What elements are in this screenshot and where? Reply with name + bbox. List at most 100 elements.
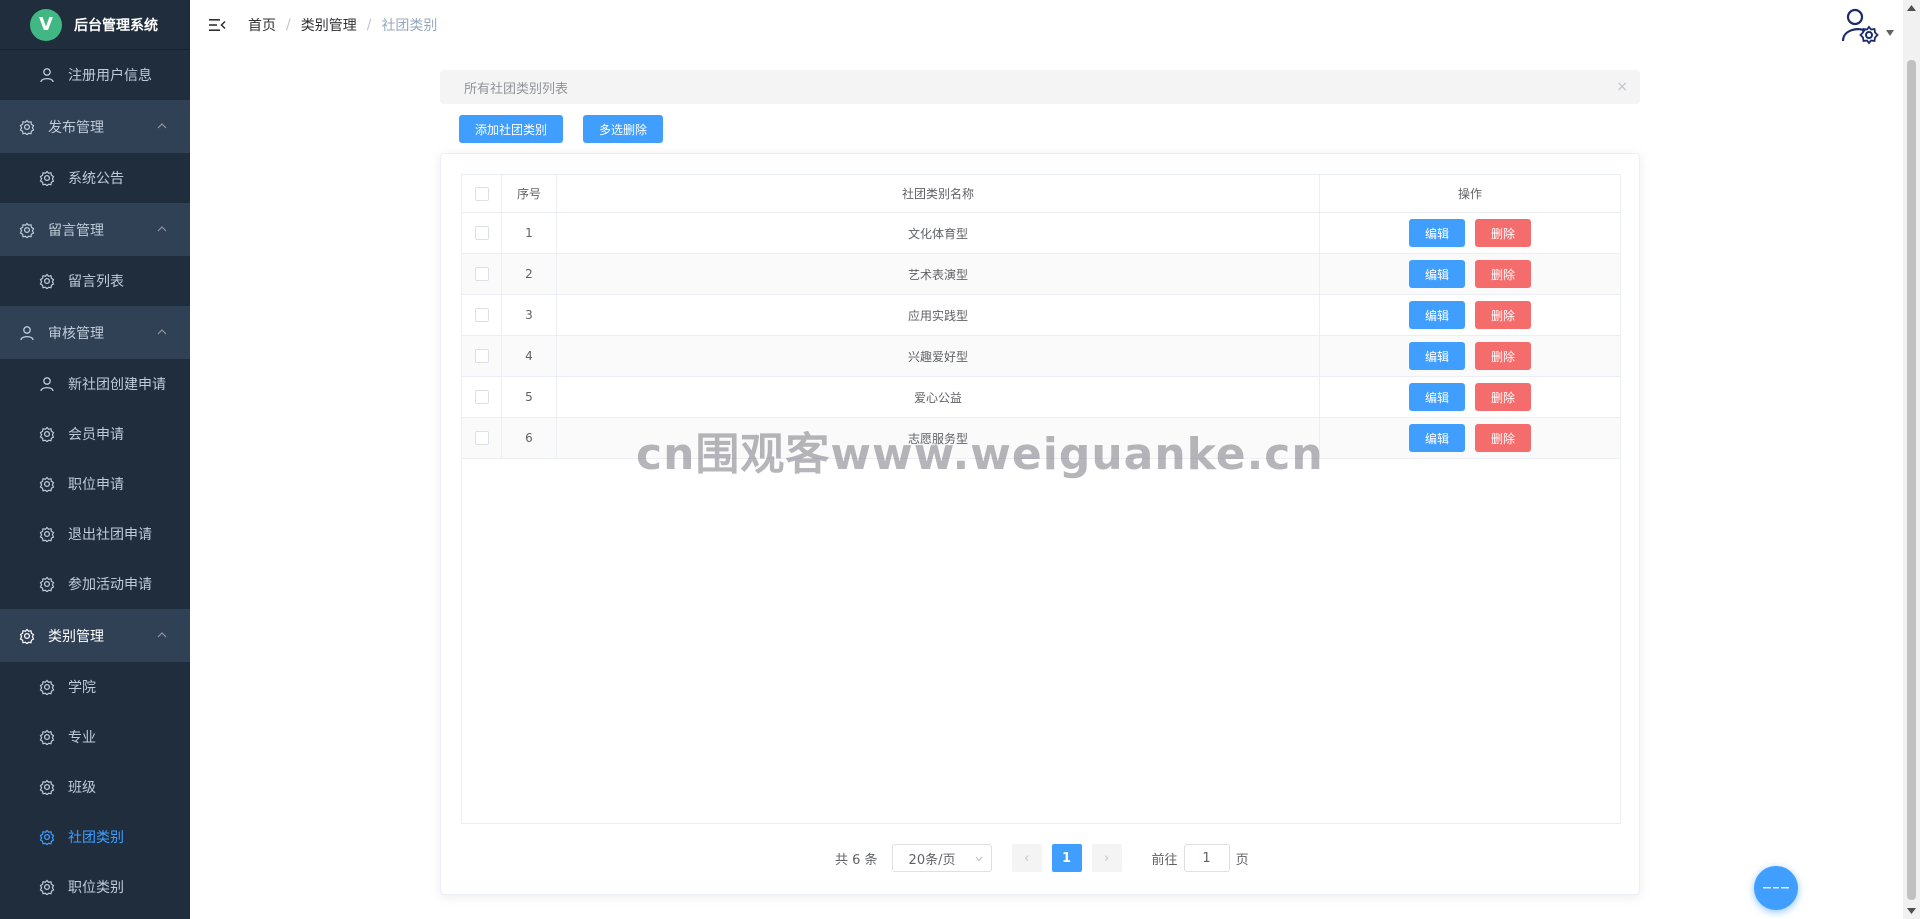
page-number-current[interactable]: 1: [1051, 844, 1082, 872]
sidebar-item-label: 新社团创建申请: [68, 377, 166, 393]
sidebar-group-publish[interactable]: 发布管理: [0, 100, 190, 153]
delete-button[interactable]: 删除: [1475, 383, 1531, 411]
sidebar-item-position-application[interactable]: 职位申请: [0, 459, 190, 509]
sidebar-item-registered-users[interactable]: 注册用户信息: [0, 50, 190, 100]
table-card: 序号 社团类别名称 操作 1 文化体育型 编辑 删除 2 艺术表演型 编辑 删除…: [440, 153, 1640, 895]
edit-button[interactable]: 编辑: [1409, 424, 1465, 452]
next-page-button[interactable]: ›: [1091, 844, 1122, 872]
edit-button[interactable]: 编辑: [1409, 219, 1465, 247]
prev-page-button[interactable]: ‹: [1011, 844, 1042, 872]
data-table: 序号 社团类别名称 操作 1 文化体育型 编辑 删除 2 艺术表演型 编辑 删除…: [461, 174, 1621, 824]
delete-button[interactable]: 删除: [1475, 342, 1531, 370]
sidebar-item-quit-club-application[interactable]: 退出社团申请: [0, 509, 190, 559]
page-size-select[interactable]: 20条/页: [891, 844, 992, 872]
caret-down-icon[interactable]: [1886, 30, 1894, 36]
breadcrumb-separator: /: [286, 17, 291, 33]
goto-prefix: 前往: [1151, 852, 1178, 868]
sidebar-item-label: 班级: [68, 780, 96, 796]
header: 首页 / 类别管理 / 社团类别: [190, 0, 1920, 50]
row-checkbox[interactable]: [474, 267, 489, 281]
column-header-name: 社团类别名称: [557, 175, 1320, 212]
sidebar-group-category[interactable]: 类别管理: [0, 609, 190, 662]
chevron-up-icon: [157, 123, 167, 129]
delete-button[interactable]: 删除: [1475, 424, 1531, 452]
main-content: 所有社团类别列表 × 添加社团类别 多选删除 序号 社团类别名称 操作 1 文化…: [190, 50, 1920, 919]
floating-action-button[interactable]: [1754, 866, 1798, 910]
breadcrumb: 首页 / 类别管理 / 社团类别: [248, 15, 437, 35]
sidebar-item-announcement[interactable]: 系统公告: [0, 153, 190, 203]
pagination: 共 6 条 20条/页 ‹ 1 › 前往 1 页: [835, 844, 1249, 872]
toolbar: 添加社团类别 多选删除: [459, 115, 664, 143]
sidebar-item-class[interactable]: 班级: [0, 762, 190, 812]
row-name: 兴趣爱好型: [557, 336, 1320, 376]
sidebar-item-new-club-application[interactable]: 新社团创建申请: [0, 359, 190, 409]
user-settings-avatar-icon[interactable]: [1840, 5, 1880, 45]
scrollbar-thumb[interactable]: [1907, 60, 1916, 900]
edit-button[interactable]: 编辑: [1409, 260, 1465, 288]
chevron-up-icon: [157, 632, 167, 638]
sidebar-item-label: 会员申请: [68, 427, 124, 443]
sidebar-item-message-list[interactable]: 留言列表: [0, 256, 190, 306]
edit-button[interactable]: 编辑: [1409, 301, 1465, 329]
scroll-down-icon[interactable]: [1907, 908, 1916, 914]
column-header-actions: 操作: [1457, 187, 1482, 201]
delete-button[interactable]: 删除: [1475, 219, 1531, 247]
logo[interactable]: V 后台管理系统: [0, 0, 190, 50]
sidebar-group-label: 发布管理: [48, 119, 104, 136]
gear-icon: [38, 272, 56, 290]
row-index: 3: [502, 295, 557, 335]
sidebar-item-member-application[interactable]: 会员申请: [0, 409, 190, 459]
goto-page-input[interactable]: 1: [1183, 844, 1230, 872]
row-name: 应用实践型: [557, 295, 1320, 335]
sidebar-item-label: 职位类别: [68, 880, 124, 896]
user-icon: [18, 324, 36, 342]
sidebar-item-join-activity-application[interactable]: 参加活动申请: [0, 559, 190, 609]
breadcrumb-category-management[interactable]: 类别管理: [301, 15, 357, 35]
gear-icon: [38, 575, 56, 593]
sidebar-item-major[interactable]: 专业: [0, 712, 190, 762]
row-checkbox[interactable]: [474, 226, 489, 240]
edit-button[interactable]: 编辑: [1409, 383, 1465, 411]
select-all-checkbox[interactable]: [474, 186, 489, 201]
delete-button[interactable]: 删除: [1475, 301, 1531, 329]
sidebar-group-label: 审核管理: [48, 325, 104, 342]
close-icon[interactable]: ×: [1616, 79, 1628, 95]
app-title: 后台管理系统: [74, 17, 158, 34]
goto-suffix: 页: [1235, 852, 1249, 868]
sidebar-item-label: 职位申请: [68, 477, 124, 493]
sidebar-item-college[interactable]: 学院: [0, 662, 190, 712]
gear-icon: [38, 425, 56, 443]
row-checkbox[interactable]: [474, 349, 489, 363]
batch-delete-button[interactable]: 多选删除: [583, 115, 664, 143]
row-index: 6: [502, 418, 557, 458]
delete-button[interactable]: 删除: [1475, 260, 1531, 288]
chevron-up-icon: [157, 226, 167, 232]
sidebar-item-club-category[interactable]: 社团类别: [0, 812, 190, 862]
sidebar-item-label: 系统公告: [68, 171, 124, 187]
table-row: 5 爱心公益 编辑 删除: [462, 377, 1620, 418]
breadcrumb-home[interactable]: 首页: [248, 15, 276, 35]
page-scrollbar[interactable]: [1903, 0, 1920, 919]
hamburger-icon[interactable]: [208, 16, 226, 34]
sidebar-item-label: 参加活动申请: [68, 577, 152, 593]
sidebar-item-position-category[interactable]: 职位类别: [0, 862, 190, 912]
scroll-up-icon[interactable]: [1907, 5, 1916, 11]
sidebar-group-messages[interactable]: 留言管理: [0, 203, 190, 256]
sidebar-group-review[interactable]: 审核管理: [0, 306, 190, 359]
gear-icon: [18, 221, 36, 239]
goto-page: 前往 1 页: [1152, 844, 1249, 872]
add-club-category-button[interactable]: 添加社团类别: [459, 115, 564, 143]
sidebar-group-label: 类别管理: [48, 628, 104, 645]
edit-button[interactable]: 编辑: [1409, 342, 1465, 370]
row-checkbox[interactable]: [474, 431, 489, 445]
chevron-down-icon: [975, 856, 983, 862]
sidebar-group-label: 留言管理: [48, 222, 104, 239]
gear-icon: [38, 678, 56, 696]
row-checkbox[interactable]: [474, 308, 489, 322]
gear-icon: [38, 878, 56, 896]
logo-badge: V: [30, 8, 62, 41]
table-row: 2 艺术表演型 编辑 删除: [462, 254, 1620, 295]
sidebar-item-label: 注册用户信息: [68, 68, 152, 84]
sidebar-item-label: 专业: [68, 730, 96, 746]
row-checkbox[interactable]: [474, 390, 489, 404]
